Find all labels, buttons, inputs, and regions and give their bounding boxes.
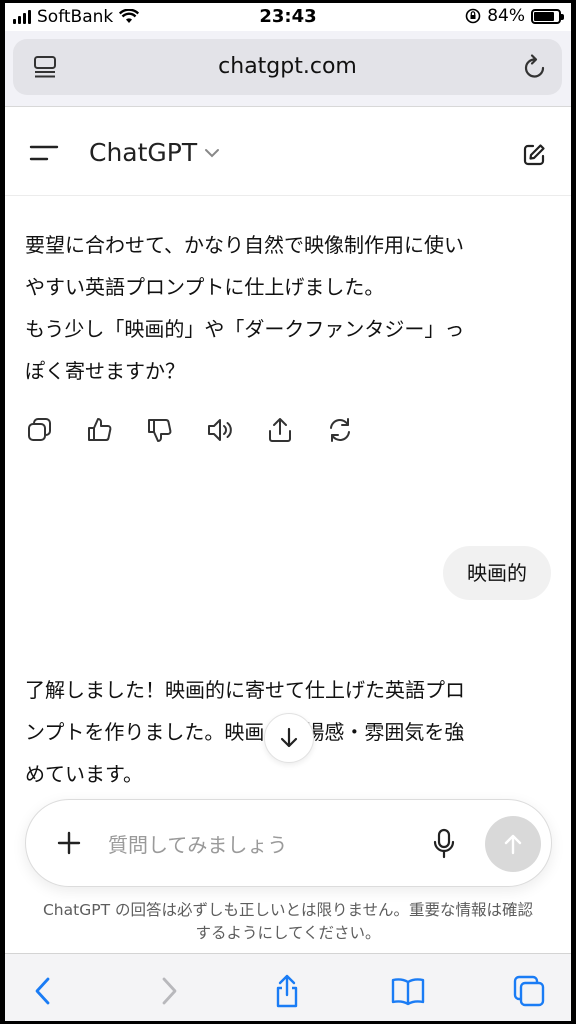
message-actions — [25, 415, 355, 445]
battery-icon — [531, 8, 564, 24]
reload-icon[interactable] — [522, 53, 548, 85]
message-line: もう少し「映画的」や「ダークファンタジー」っ — [25, 317, 465, 341]
message-line: やすい英語プロンプトに仕上げました。 — [25, 275, 385, 299]
chat-header: ChatGPT — [5, 108, 571, 196]
tabs-icon[interactable] — [509, 972, 549, 1010]
back-icon[interactable] — [23, 972, 63, 1010]
share-icon[interactable] — [267, 972, 307, 1010]
message-line: 了解しました！映画的に寄せて仕上げた英語プロ — [25, 678, 465, 702]
arrow-up-icon — [504, 834, 522, 855]
disclaimer-line: ChatGPT の回答は必ずしも正しいとは限りません。重要な情報は確認 — [42, 901, 533, 919]
model-title: ChatGPT — [89, 138, 198, 167]
copy-icon[interactable] — [25, 415, 55, 445]
bookmarks-icon[interactable] — [388, 972, 428, 1010]
microphone-icon[interactable] — [432, 828, 456, 864]
battery-percent: 84% — [487, 6, 525, 26]
address-bar[interactable]: chatgpt.com — [13, 39, 562, 95]
message-composer[interactable]: 質問してみましょう — [25, 799, 552, 887]
send-button[interactable] — [485, 816, 541, 872]
thumbs-up-icon[interactable] — [85, 415, 115, 445]
composer-placeholder[interactable]: 質問してみましょう — [108, 829, 287, 858]
arrow-down-icon — [280, 727, 298, 748]
chevron-down-icon — [205, 148, 220, 157]
thumbs-down-icon[interactable] — [145, 415, 175, 445]
assistant-message: 要望に合わせて、かなり自然で映像制作用に使い やすい英語プロンプトに仕上げました… — [25, 224, 545, 392]
model-selector[interactable]: ChatGPT — [89, 138, 221, 167]
status-bar: SoftBank 23:43 84% — [5, 3, 571, 31]
disclaimer-line: するようにしてください。 — [195, 924, 381, 942]
plus-icon[interactable] — [56, 830, 82, 860]
disclaimer: ChatGPT の回答は必ずしも正しいとは限りません。重要な情報は確認 するよう… — [5, 899, 571, 945]
forward-icon[interactable] — [149, 972, 189, 1010]
url-text: chatgpt.com — [218, 54, 357, 79]
user-message: 映画的 — [443, 546, 551, 600]
message-line: 要望に合わせて、かなり自然で映像制作用に使い — [25, 233, 464, 257]
screen: SoftBank 23:43 84% chatgpt.com ChatGPT 要… — [5, 3, 571, 1021]
speaker-icon[interactable] — [205, 415, 235, 445]
sidebar-menu-icon[interactable] — [29, 144, 59, 166]
orientation-lock-icon — [465, 8, 481, 24]
message-line: ぽく寄せますか？ — [25, 359, 185, 383]
browser-toolbar — [5, 953, 571, 1021]
scroll-to-bottom-button[interactable] — [264, 713, 314, 763]
new-chat-icon[interactable] — [521, 142, 547, 172]
browser-address-area: chatgpt.com — [5, 31, 571, 107]
share-icon[interactable] — [265, 415, 295, 445]
regenerate-icon[interactable] — [325, 415, 355, 445]
